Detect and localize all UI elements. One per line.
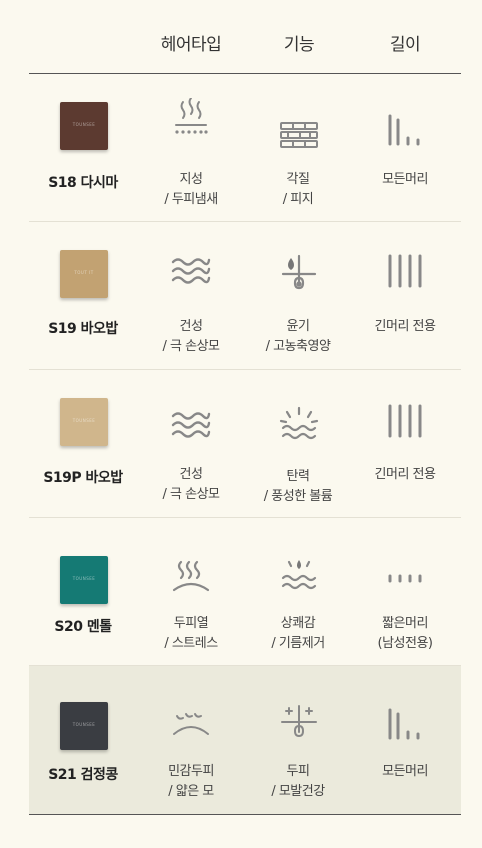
function-line2: / 기름제거: [271, 636, 325, 651]
hair-type-line1: 건성: [179, 319, 203, 334]
table-row[interactable]: TOUNSEE S18 다시마 지성 / 두피냄새 각질 / 피지 모든머리: [29, 74, 461, 222]
product-name: S19 바오밥: [48, 321, 118, 337]
hair-type-line2: / 스트레스: [164, 636, 218, 651]
soap-image: TOUT IT: [60, 250, 108, 298]
soap-brand-text: TOUNSEE: [72, 576, 96, 581]
length-line1: 짧은머리: [382, 616, 428, 631]
wave-icon: [171, 406, 211, 446]
heat-arc-icon: [171, 558, 211, 598]
function-text: 상쾌감 / 기름제거: [243, 614, 353, 654]
length-line1: 긴머리 전용: [374, 467, 436, 482]
function-line1: 각질: [286, 172, 310, 187]
soap-brand-text: TOUNSEE: [72, 418, 96, 423]
hair-type-line1: 두피열: [173, 616, 209, 631]
soap-brand-text: TOUNSEE: [72, 722, 96, 727]
header-hair-type: 헤어타입: [160, 35, 222, 55]
function-line1: 윤기: [286, 319, 310, 334]
hair-type-line1: 건성: [179, 467, 203, 482]
steam-dots-icon: [171, 98, 211, 138]
function-text: 두피 / 모발건강: [243, 762, 353, 802]
soap-image: TOUNSEE: [60, 702, 108, 750]
product-name: S20 멘톨: [54, 619, 112, 635]
function-text: 각질 / 피지: [243, 170, 353, 210]
soap-image: TOUNSEE: [60, 398, 108, 446]
table-row[interactable]: TOUNSEE S20 멘톨 두피열 / 스트레스 상쾌감 / 기름제거 짧은머…: [29, 518, 461, 666]
function-text: 윤기 / 고농축영양: [243, 317, 353, 357]
hair-drop-icon: [279, 254, 319, 294]
length-line2: (남성전용): [377, 636, 433, 651]
length-long-icon: [385, 252, 425, 292]
hair-type-line2: / 극 손상모: [162, 339, 221, 354]
table-row[interactable]: TOUT IT S19 바오밥 건성 / 극 손상모 윤기 / 고농축영양 긴머…: [29, 222, 461, 370]
hair-type-line1: 지성: [179, 172, 203, 187]
length-long-icon: [385, 402, 425, 442]
sensitive-icon: [171, 702, 211, 742]
length-all-icon: [385, 706, 425, 746]
table-row[interactable]: TOUNSEE S19P 바오밥 건성 / 극 손상모 탄력 / 풍성한 볼륨 …: [29, 370, 461, 518]
wave-icon: [171, 252, 211, 292]
soap-image: TOUNSEE: [60, 102, 108, 150]
hair-type-line2: / 두피냄새: [164, 192, 218, 207]
hair-type-text: 건성 / 극 손상모: [136, 317, 246, 357]
function-line1: 두피: [286, 764, 310, 779]
length-text: 모든머리: [350, 762, 460, 782]
product-name: S19P 바오밥: [43, 470, 123, 486]
table-row[interactable]: TOUNSEE S21 검정콩 민감두피 / 얇은 모 두피 / 모발건강 모든…: [29, 666, 461, 815]
drop-wave-icon: [279, 558, 319, 598]
length-all-icon: [385, 112, 425, 152]
hair-type-line2: / 얇은 모: [168, 784, 214, 799]
length-short-icon: [385, 564, 425, 604]
header-length: 길이: [389, 35, 421, 55]
hair-type-text: 지성 / 두피냄새: [136, 170, 246, 210]
hair-type-text: 민감두피 / 얇은 모: [136, 762, 246, 802]
length-line1: 모든머리: [382, 172, 428, 187]
layers-icon: [279, 115, 319, 155]
hair-type-text: 건성 / 극 손상모: [136, 465, 246, 505]
product-comparison-table: 헤어타입 기능 길이 TOUNSEE S18 다시마 지성 / 두피냄새 각질 …: [0, 0, 482, 848]
function-line2: / 모발건강: [271, 784, 325, 799]
function-line1: 상쾌감: [280, 616, 316, 631]
function-line2: / 고농축영양: [265, 339, 331, 354]
soap-brand-text: TOUNSEE: [72, 122, 96, 127]
header-function: 기능: [283, 35, 315, 55]
hair-type-text: 두피열 / 스트레스: [136, 614, 246, 654]
function-line1: 탄력: [286, 469, 310, 484]
function-line2: / 피지: [282, 192, 314, 207]
function-text: 탄력 / 풍성한 볼륨: [243, 467, 353, 507]
table-header: 헤어타입 기능 길이: [0, 0, 482, 74]
root-sparkle-icon: [279, 704, 319, 744]
length-text: 모든머리: [350, 170, 460, 190]
product-name: S21 검정콩: [48, 767, 118, 783]
soap-image: TOUNSEE: [60, 556, 108, 604]
length-text: 긴머리 전용: [350, 465, 460, 485]
hair-type-line1: 민감두피: [168, 764, 214, 779]
row-divider: [29, 814, 461, 815]
sun-wave-icon: [279, 406, 319, 446]
soap-brand-text: TOUT IT: [74, 270, 94, 275]
length-text: 긴머리 전용: [350, 317, 460, 337]
product-name: S18 다시마: [48, 175, 118, 191]
function-line2: / 풍성한 볼륨: [263, 489, 333, 504]
length-line1: 모든머리: [382, 764, 428, 779]
length-line1: 긴머리 전용: [374, 319, 436, 334]
hair-type-line2: / 극 손상모: [162, 487, 221, 502]
length-text: 짧은머리 (남성전용): [350, 614, 460, 654]
